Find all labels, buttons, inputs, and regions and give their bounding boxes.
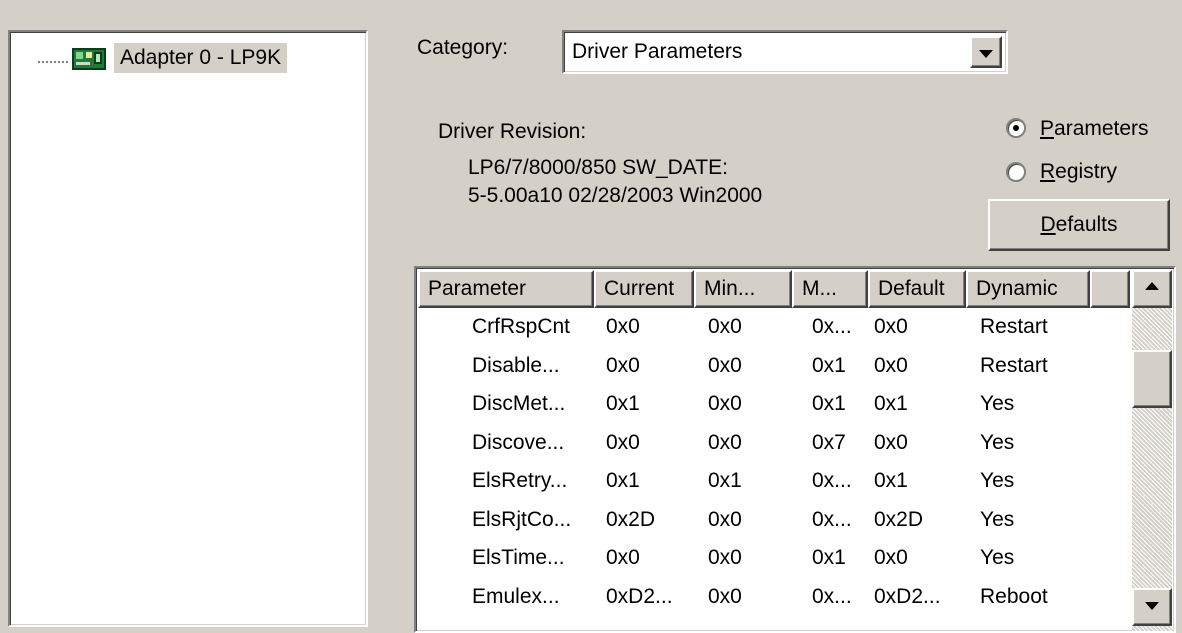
mnemonic-p: P — [1040, 117, 1055, 140]
cell-parameter: CrfRspCnt — [472, 315, 571, 338]
adapter-tree[interactable]: Adapter 0 - LP9K — [8, 30, 368, 627]
cell-current: 0x0 — [606, 430, 640, 454]
registry-radio[interactable] — [1006, 162, 1026, 182]
cell-default: 0x2D — [874, 507, 924, 531]
category-label: Category: — [417, 36, 509, 59]
cell-min: 0x0 — [708, 584, 742, 608]
defaults-label-rest: efaults — [1055, 213, 1118, 236]
dropdown-button[interactable] — [970, 36, 1002, 68]
cell-dynamic: Yes — [980, 430, 1015, 454]
cell-dynamic: Yes — [980, 507, 1015, 531]
column-header-dynamic[interactable]: Dynamic — [966, 270, 1090, 308]
cell-parameter: DiscMet... — [472, 392, 566, 415]
cell-parameter: Discove... — [472, 430, 565, 454]
scroll-down-button[interactable] — [1132, 588, 1172, 626]
parameters-radio[interactable] — [1006, 118, 1026, 138]
cell-default: 0x0 — [874, 353, 908, 377]
cell-parameter: Emulex... — [472, 584, 560, 608]
driver-revision-line1: LP6/7/8000/850 SW_DATE: — [468, 156, 728, 179]
mnemonic-d: D — [1040, 213, 1056, 236]
column-header-default[interactable]: Default — [868, 270, 966, 308]
driver-revision-line2: 5-5.00a10 02/28/2003 Win2000 — [468, 184, 763, 207]
table-row[interactable]: Emulex... 0xD2... 0x0 0x... 0xD2... Reboot — [418, 578, 1130, 616]
cell-parameter: Disable... — [472, 353, 560, 377]
table-row[interactable]: Discove... 0x0 0x0 0x7 0x0 Yes — [418, 424, 1130, 462]
radio-selected-dot — [1013, 125, 1019, 131]
scroll-down-arrow-icon — [1145, 602, 1159, 610]
cell-dynamic: Yes — [980, 392, 1015, 415]
cell-max: 0x1 — [812, 392, 846, 415]
cell-max: 0x... — [812, 584, 852, 608]
cell-max: 0x1 — [812, 353, 846, 377]
cell-parameter: ElsTime... — [472, 546, 565, 569]
cell-dynamic: Restart — [980, 315, 1048, 338]
mnemonic-r: R — [1040, 160, 1056, 183]
cell-default: 0x0 — [874, 546, 908, 569]
cell-min: 0x0 — [708, 315, 742, 338]
vertical-scrollbar[interactable] — [1132, 270, 1172, 631]
column-header-filler — [1090, 270, 1130, 308]
column-header-parameter[interactable]: Parameter — [418, 270, 594, 308]
cell-current: 0x0 — [606, 546, 640, 569]
table-row[interactable]: CrfRspCnt 0x0 0x0 0x... 0x0 Restart — [418, 308, 1130, 346]
cell-current: 0x2D — [606, 507, 656, 531]
cell-default: 0x0 — [874, 430, 908, 454]
cell-max: 0x... — [812, 315, 852, 338]
tree-connector — [38, 61, 68, 63]
cell-max: 0x7 — [812, 430, 846, 454]
cell-parameter: ElsRjtCo... — [472, 507, 572, 531]
cell-max: 0x1 — [812, 546, 846, 569]
network-adapter-icon — [72, 48, 106, 70]
registry-radio-label[interactable]: Registry — [1040, 160, 1117, 184]
category-combobox[interactable]: Driver Parameters — [562, 30, 1008, 74]
cell-dynamic: Yes — [980, 546, 1015, 569]
cell-dynamic: Yes — [980, 469, 1015, 492]
cell-parameter: ElsRetry... — [472, 469, 568, 492]
table-row[interactable]: ElsRetry... 0x1 0x1 0x... 0x1 Yes — [418, 462, 1130, 500]
cell-min: 0x0 — [708, 392, 742, 415]
cell-max: 0x... — [812, 469, 852, 492]
category-value: Driver Parameters — [572, 40, 743, 63]
table-row[interactable]: Disable... 0x0 0x0 0x1 0x0 Restart — [418, 347, 1130, 385]
parameters-radio-label[interactable]: Parameters — [1040, 117, 1149, 141]
parameters-table[interactable]: Parameter Current Min... M... Default Dy… — [414, 266, 1176, 633]
column-header-current[interactable]: Current — [594, 270, 694, 308]
scroll-up-arrow-icon — [1145, 282, 1159, 290]
cell-min: 0x0 — [708, 353, 742, 377]
cell-current: 0x0 — [606, 353, 640, 377]
chevron-down-icon — [979, 50, 993, 58]
cell-default: 0x1 — [874, 392, 908, 415]
cell-dynamic: Restart — [980, 353, 1048, 377]
defaults-button[interactable]: Defaults — [988, 199, 1170, 251]
table-row[interactable]: DiscMet... 0x1 0x0 0x1 0x1 Yes — [418, 385, 1130, 423]
driver-revision-label: Driver Revision: — [438, 120, 587, 143]
table-row[interactable]: ElsRjtCo... 0x2D 0x0 0x... 0x2D Yes — [418, 501, 1130, 539]
cell-min: 0x0 — [708, 546, 742, 569]
registry-label-rest: egistry — [1055, 160, 1118, 183]
cell-dynamic: Reboot — [980, 584, 1048, 608]
cell-current: 0x1 — [606, 469, 640, 492]
cell-max: 0x... — [812, 507, 852, 531]
cell-default: 0xD2... — [874, 584, 941, 608]
parameters-label-rest: arameters — [1054, 117, 1149, 140]
cell-min: 0x0 — [708, 507, 742, 531]
cell-default: 0x0 — [874, 315, 908, 338]
cell-current: 0xD2... — [606, 584, 673, 608]
cell-min: 0x1 — [708, 469, 742, 492]
tree-item-adapter-0[interactable]: Adapter 0 - LP9K — [114, 43, 288, 73]
column-header-min[interactable]: Min... — [694, 270, 792, 308]
scroll-up-button[interactable] — [1132, 270, 1172, 308]
cell-current: 0x0 — [606, 315, 640, 338]
column-header-max[interactable]: M... — [792, 270, 868, 308]
cell-current: 0x1 — [606, 392, 640, 415]
cell-default: 0x1 — [874, 469, 908, 492]
scrollbar-thumb[interactable] — [1132, 350, 1172, 408]
cell-min: 0x0 — [708, 430, 742, 454]
table-row[interactable]: ElsTime... 0x0 0x0 0x1 0x0 Yes — [418, 539, 1130, 577]
